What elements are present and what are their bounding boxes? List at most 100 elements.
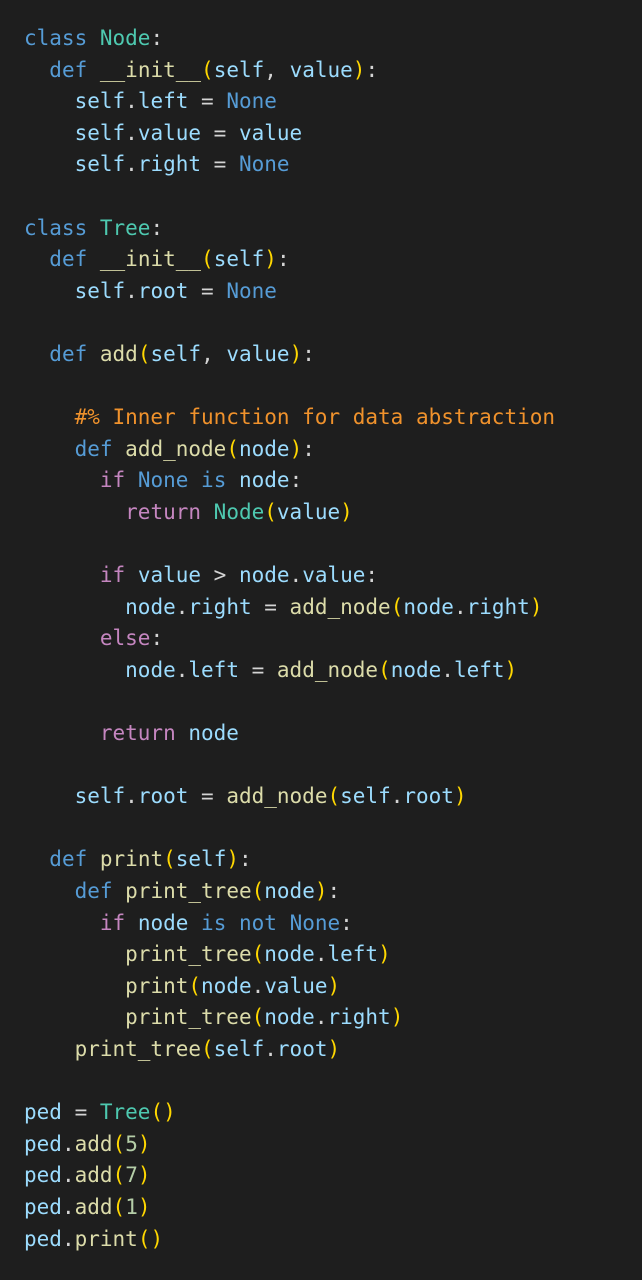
code-token: None (226, 278, 277, 303)
code-line[interactable]: self.left = None (24, 86, 555, 118)
code-line[interactable]: def print_tree(node): (24, 876, 555, 908)
code-token: ped (24, 1163, 62, 1188)
code-token: = (188, 278, 227, 303)
code-token: ) (289, 436, 303, 461)
code-line[interactable]: print_tree(node.left) (24, 939, 555, 971)
code-line[interactable]: if value > node.value: (24, 560, 555, 592)
code-token: . (125, 784, 138, 809)
code-token: ) (150, 1226, 164, 1251)
code-token: is (201, 468, 227, 493)
code-token: ( (112, 1194, 126, 1219)
code-token: = (201, 152, 239, 177)
code-line[interactable]: print_tree(self.root) (24, 1034, 555, 1066)
code-token: . (61, 1226, 75, 1251)
code-area[interactable]: class Node: def __init__(self, value): s… (24, 23, 555, 1255)
code-line[interactable]: def add_node(node): (24, 434, 555, 466)
code-token: ( (201, 247, 214, 272)
code-line[interactable]: #% Inner function for data abstraction (24, 402, 555, 434)
code-line[interactable]: ​ (24, 750, 555, 782)
code-line[interactable]: ped.add(5) (24, 1129, 555, 1161)
code-line[interactable]: print(node.value) (24, 971, 555, 1003)
code-token: add_node (226, 784, 328, 809)
code-token: : (150, 626, 164, 651)
code-line[interactable]: if None is node: (24, 465, 555, 497)
code-line[interactable]: ​ (24, 307, 555, 339)
code-line[interactable]: ped.add(1) (24, 1192, 555, 1224)
code-line[interactable]: return node (24, 718, 555, 750)
code-line[interactable]: ​ (24, 181, 555, 213)
code-token: ( (251, 1005, 265, 1030)
code-token: : (289, 468, 303, 493)
code-token: node (188, 721, 239, 746)
code-line[interactable]: class Tree: (24, 213, 555, 245)
code-token: ( (112, 1131, 126, 1156)
code-token: __init__ (99, 57, 202, 82)
code-token: print (99, 847, 164, 872)
code-line[interactable]: else: (24, 623, 555, 655)
code-token: root (137, 784, 189, 809)
code-line[interactable]: def add(self, value): (24, 339, 555, 371)
code-line[interactable]: ​ (24, 813, 555, 845)
code-token: ( (264, 499, 277, 524)
code-line[interactable]: class Node: (24, 23, 555, 55)
code-line[interactable]: return Node(value) (24, 497, 555, 529)
code-token: None (289, 910, 341, 935)
code-line[interactable]: self.right = None (24, 149, 555, 181)
code-token: ( (251, 879, 265, 904)
code-line[interactable]: ped.print() (24, 1224, 555, 1256)
code-token: ped (24, 1100, 62, 1125)
code-line[interactable]: self.value = value (24, 118, 555, 150)
code-line[interactable]: def __init__(self, value): (24, 55, 555, 87)
code-token: ) (340, 499, 353, 524)
code-line[interactable]: print_tree(node.right) (24, 1002, 555, 1034)
code-line[interactable]: def print(self): (24, 844, 555, 876)
code-line[interactable]: self.root = None (24, 276, 555, 308)
code-token: value (276, 499, 341, 524)
code-token: ( (201, 1037, 214, 1061)
code-line[interactable]: ​ (24, 371, 555, 403)
code-token: left (453, 657, 505, 682)
code-line[interactable]: ​ (24, 1066, 555, 1098)
code-line[interactable]: self.root = add_node(self.root) (24, 781, 555, 813)
code-token: value (264, 973, 328, 998)
code-line[interactable]: if node is not None: (24, 908, 555, 940)
code-token: node (137, 910, 189, 935)
code-line[interactable]: ​ (24, 686, 555, 718)
code-token: ) (529, 594, 543, 619)
code-token: value (289, 57, 353, 82)
code-token: node (201, 973, 252, 998)
code-line[interactable]: node.right = add_node(node.right) (24, 592, 555, 624)
code-editor[interactable]: class Node: def __init__(self, value): s… (0, 0, 642, 1280)
code-token: self (74, 89, 126, 114)
code-line[interactable]: def __init__(self): (24, 244, 555, 276)
code-token: : (302, 436, 315, 461)
code-token: . (175, 657, 189, 682)
code-token: . (390, 784, 404, 809)
code-line[interactable]: node.left = add_node(node.left) (24, 655, 555, 687)
code-token: ) (314, 879, 328, 904)
code-token: node (390, 657, 442, 682)
code-line[interactable]: ​ (24, 529, 555, 561)
code-token: ( (378, 657, 391, 682)
code-line[interactable]: ped = Tree() (24, 1097, 555, 1129)
code-line[interactable]: ped.add(7) (24, 1160, 555, 1192)
code-token: not (239, 910, 277, 935)
code-token: self (213, 1037, 265, 1061)
code-token: ( (390, 594, 404, 619)
